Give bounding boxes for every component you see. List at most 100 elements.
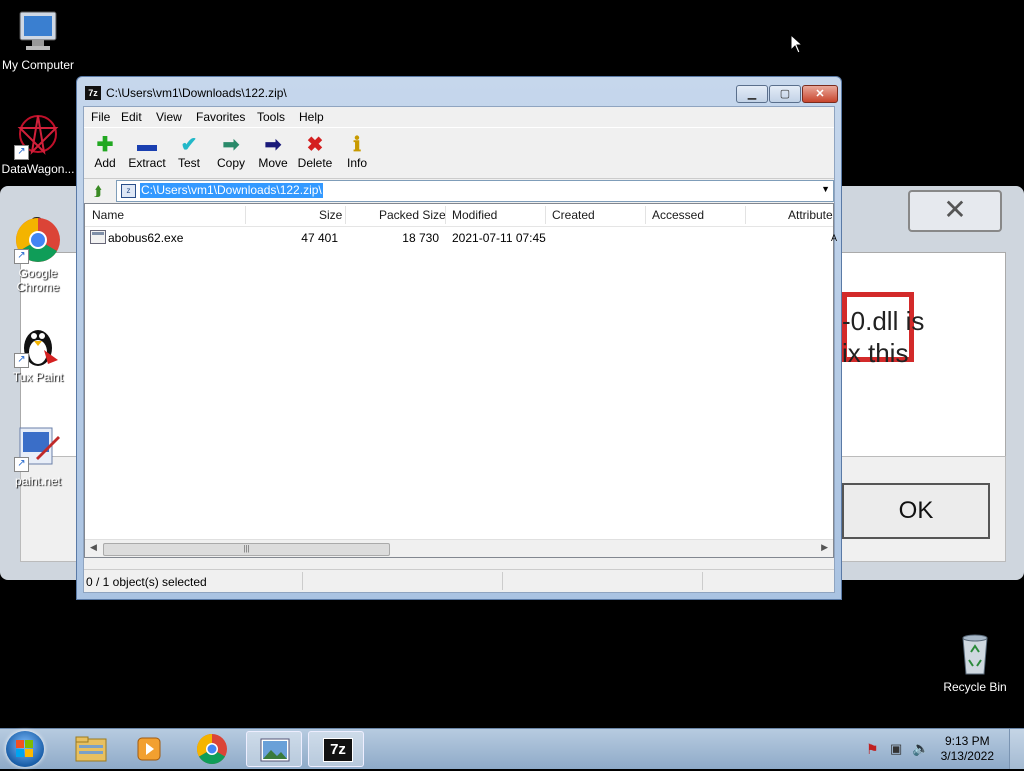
menu-help[interactable]: Help xyxy=(299,110,324,124)
desktop-icon-my-computer[interactable]: My Computer xyxy=(0,8,76,72)
column-header: Name Size Packed Size Modified Created A… xyxy=(85,204,833,227)
scroll-right-arrow-icon[interactable]: ▶ xyxy=(821,542,828,553)
copy-button[interactable]: ➡ Copy xyxy=(210,134,252,170)
col-created[interactable]: Created xyxy=(552,208,595,222)
scrollbar-thumb[interactable]: ||| xyxy=(103,543,390,556)
column-divider[interactable] xyxy=(745,206,746,224)
maximize-button[interactable]: ▢ xyxy=(769,85,801,103)
column-divider[interactable] xyxy=(645,206,646,224)
taskbar: 7z ⚑ ▣ 🔈 9:13 PM 3/13/2022 xyxy=(0,728,1024,769)
file-list: Name Size Packed Size Modified Created A… xyxy=(84,203,837,558)
column-divider[interactable] xyxy=(345,206,346,224)
cell-size: 47 401 xyxy=(301,231,338,245)
window-client-area: File Edit View Favorites Tools Help ✚ Ad… xyxy=(83,106,837,593)
dialog-message-line1: -0.dll is xyxy=(842,306,925,336)
delete-button[interactable]: ✖ Delete xyxy=(294,134,336,170)
column-divider[interactable] xyxy=(445,206,446,224)
col-modified[interactable]: Modified xyxy=(452,208,497,222)
minimize-button[interactable]: ▁ xyxy=(736,85,768,103)
col-accessed[interactable]: Accessed xyxy=(652,208,704,222)
desktop-icon-datawagon[interactable]: ↗ DataWagon... xyxy=(0,112,76,176)
scroll-left-arrow-icon[interactable]: ◀ xyxy=(90,542,97,553)
cell-name: abobus62.exe xyxy=(108,231,184,245)
taskbar-google-chrome[interactable] xyxy=(184,731,240,767)
desktop-icon-label: Recycle Bin xyxy=(943,680,1007,694)
address-path: C:\Users\vm1\Downloads\122.zip\ xyxy=(140,183,323,198)
shortcut-arrow-icon: ↗ xyxy=(14,353,29,368)
arrow-right-icon: ➡ xyxy=(264,134,282,156)
extract-button-label: Extract xyxy=(128,156,166,170)
tux-penguin-icon: ↗ xyxy=(14,320,62,368)
menu-edit[interactable]: Edit xyxy=(121,110,142,124)
desktop-icon-tux-paint[interactable]: ↗ Tux Paint xyxy=(0,320,76,384)
chrome-icon xyxy=(196,734,227,765)
mouse-cursor-icon xyxy=(790,33,804,57)
selection-status: 0 / 1 object(s) selected xyxy=(86,575,207,589)
dialog-ok-button[interactable]: OK xyxy=(842,483,990,539)
col-packed-size[interactable]: Packed Size xyxy=(379,208,446,222)
title-bar[interactable]: 7z C:\Users\vm1\Downloads\122.zip\ ▁ ▢ ✕ xyxy=(77,77,841,107)
status-divider xyxy=(502,572,503,590)
folder-icon xyxy=(75,736,107,762)
taskbar-image-viewer[interactable] xyxy=(246,731,302,767)
address-input[interactable]: z C:\Users\vm1\Downloads\122.zip\ ▼ xyxy=(116,180,834,202)
dialog-message: -0.dll is ix this xyxy=(842,305,924,369)
status-bar: 0 / 1 object(s) selected xyxy=(84,569,834,592)
desktop-icon-label: My Computer xyxy=(1,58,75,72)
menu-view[interactable]: View xyxy=(156,110,182,124)
cell-attributes: A xyxy=(831,233,838,243)
shortcut-arrow-icon: ↗ xyxy=(14,249,29,264)
folder-up-icon[interactable]: ⮭ xyxy=(88,182,108,200)
dialog-message-line2: ix this xyxy=(842,338,909,368)
show-desktop-button[interactable] xyxy=(1009,729,1024,769)
extract-button[interactable]: ▬ Extract xyxy=(126,134,168,170)
move-button[interactable]: ➡ Move xyxy=(252,134,294,170)
arrow-right-icon: ➡ xyxy=(222,134,240,156)
status-divider xyxy=(702,572,703,590)
column-divider[interactable] xyxy=(245,206,246,224)
address-bar: ⮭ z C:\Users\vm1\Downloads\122.zip\ ▼ xyxy=(84,179,834,203)
desktop-icon-label: paint.net xyxy=(14,474,62,488)
taskbar-explorer[interactable] xyxy=(62,731,118,767)
image-viewer-icon xyxy=(260,738,290,762)
action-center-flag-icon[interactable]: ⚑ xyxy=(866,741,879,758)
datawagon-icon: ↗ xyxy=(14,112,62,160)
x-icon: ✖ xyxy=(306,134,324,156)
col-attributes[interactable]: Attribute xyxy=(788,208,833,222)
close-button[interactable]: ✕ xyxy=(802,85,838,103)
menu-tools[interactable]: Tools xyxy=(257,110,285,124)
7zip-file-manager-window: 7z C:\Users\vm1\Downloads\122.zip\ ▁ ▢ ✕… xyxy=(76,76,842,600)
info-button[interactable]: ℹ Info xyxy=(336,134,378,170)
desktop-icon-paint-net[interactable]: ↗ paint.net xyxy=(0,424,76,488)
table-row[interactable]: abobus62.exe 47 401 18 730 2021-07-11 07… xyxy=(85,228,837,246)
network-icon[interactable]: ▣ xyxy=(890,741,902,757)
7zip-logo-icon: 7z xyxy=(323,738,353,762)
desktop-icon-label: Tux Paint xyxy=(12,370,64,384)
info-button-label: Info xyxy=(346,156,367,170)
volume-icon[interactable]: 🔈 xyxy=(912,740,929,757)
add-button[interactable]: ✚ Add xyxy=(84,134,126,170)
col-name[interactable]: Name xyxy=(92,208,124,222)
dialog-close-button[interactable]: ✕ xyxy=(908,190,1002,232)
cell-packed-size: 18 730 xyxy=(402,231,439,245)
desktop-icon-google-chrome[interactable]: ↗ Google Chrome xyxy=(0,216,76,294)
start-button[interactable] xyxy=(6,731,44,767)
chrome-icon: ↗ xyxy=(14,216,62,264)
recycle-bin-icon xyxy=(951,630,999,678)
move-button-label: Move xyxy=(258,156,288,170)
desktop-icon-recycle-bin[interactable]: Recycle Bin xyxy=(937,630,1013,694)
clock[interactable]: 9:13 PM 3/13/2022 xyxy=(941,734,994,764)
horizontal-scrollbar[interactable]: ◀ ||| ▶ xyxy=(85,539,833,557)
col-size[interactable]: Size xyxy=(319,208,342,222)
chevron-down-icon[interactable]: ▼ xyxy=(821,184,830,194)
menu-favorites[interactable]: Favorites xyxy=(196,110,245,124)
menu-file[interactable]: File xyxy=(91,110,110,124)
taskbar-7zip[interactable]: 7z xyxy=(308,731,364,767)
desktop-icon-label: Google Chrome xyxy=(16,266,60,294)
test-button[interactable]: ✔ Test xyxy=(168,134,210,170)
cell-modified: 2021-07-11 07:45 xyxy=(452,231,546,245)
column-divider[interactable] xyxy=(545,206,546,224)
menu-bar: File Edit View Favorites Tools Help xyxy=(84,107,834,126)
taskbar-media-player[interactable] xyxy=(122,731,178,767)
shortcut-arrow-icon: ↗ xyxy=(14,145,29,160)
